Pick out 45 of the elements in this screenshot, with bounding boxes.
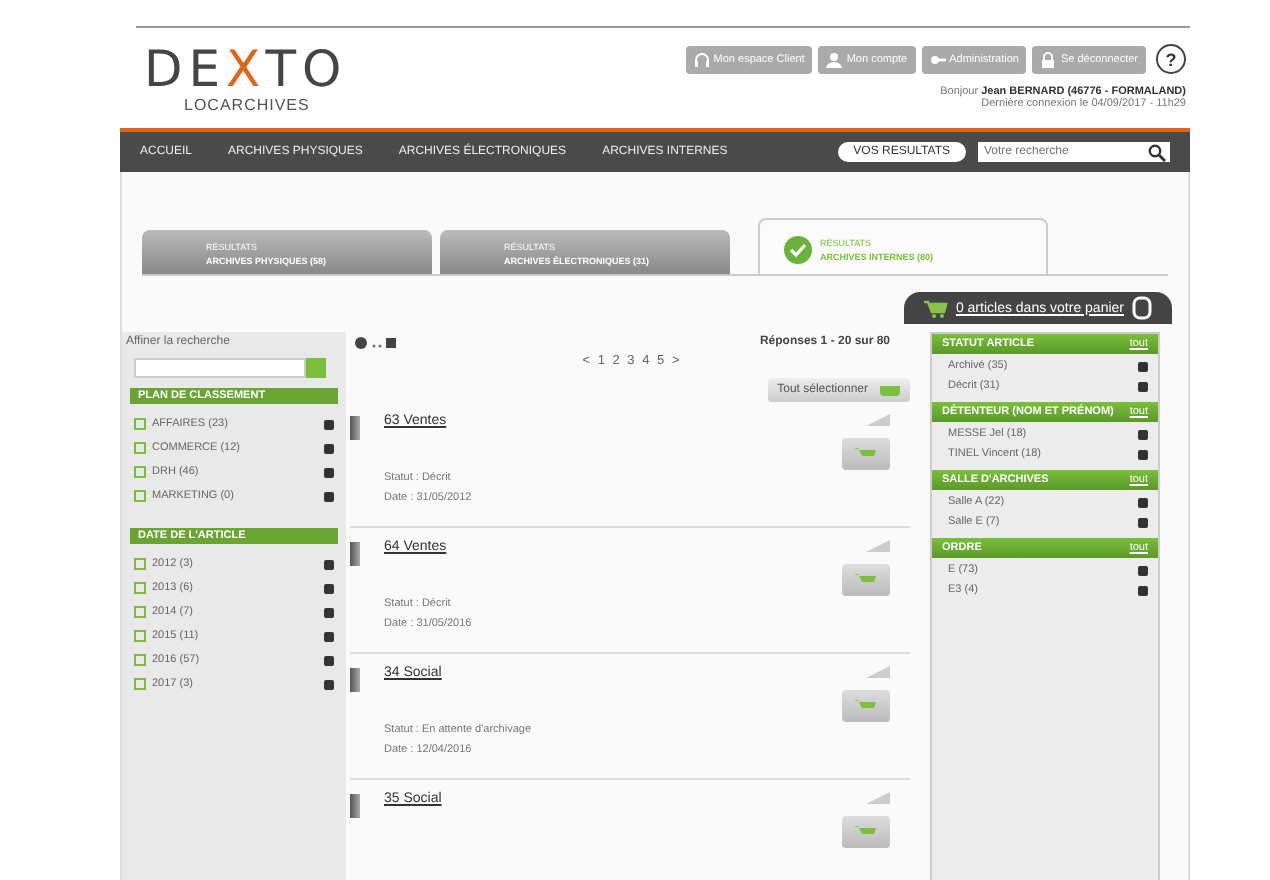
node-icon bbox=[134, 466, 146, 478]
node-icon bbox=[134, 678, 146, 690]
add-icon[interactable] bbox=[324, 655, 334, 665]
logo-subtitle: LOCARCHIVES bbox=[182, 96, 312, 114]
signal-icon bbox=[866, 540, 890, 552]
signal-icon bbox=[866, 414, 890, 426]
node-icon bbox=[134, 490, 146, 502]
cart-icon bbox=[854, 572, 878, 588]
cart-icon bbox=[854, 698, 878, 714]
node-icon bbox=[134, 606, 146, 618]
signal-icon bbox=[866, 792, 890, 804]
add-icon[interactable] bbox=[324, 631, 334, 641]
add-icon[interactable] bbox=[324, 559, 334, 569]
document-icon bbox=[350, 416, 360, 440]
check-icon bbox=[784, 235, 812, 263]
node-icon bbox=[134, 654, 146, 666]
lock-icon bbox=[1040, 51, 1057, 67]
toolbar-icons-drawing[interactable] bbox=[354, 335, 398, 349]
document-icon bbox=[350, 542, 360, 566]
logo-wordmark: DEXTO bbox=[144, 44, 348, 96]
add-icon[interactable] bbox=[324, 583, 334, 593]
help-button[interactable]: ? bbox=[1156, 44, 1186, 74]
add-icon[interactable] bbox=[324, 607, 334, 617]
node-icon bbox=[134, 558, 146, 570]
add-icon[interactable] bbox=[324, 419, 334, 429]
cart-icon bbox=[923, 299, 948, 317]
node-icon bbox=[134, 630, 146, 642]
signal-icon bbox=[866, 666, 890, 678]
refine-field[interactable] bbox=[134, 358, 306, 378]
node-icon bbox=[134, 418, 146, 430]
add-icon[interactable] bbox=[324, 679, 334, 689]
cart-icon bbox=[854, 446, 878, 462]
headset-icon bbox=[693, 51, 710, 67]
add-icon[interactable] bbox=[324, 443, 334, 453]
user-icon bbox=[826, 51, 843, 67]
cart-icon bbox=[854, 824, 878, 840]
document-icon bbox=[350, 794, 360, 818]
key-icon bbox=[929, 51, 946, 67]
node-icon bbox=[134, 442, 146, 454]
node-icon bbox=[134, 582, 146, 594]
add-icon[interactable] bbox=[324, 491, 334, 501]
add-icon[interactable] bbox=[324, 467, 334, 477]
document-icon bbox=[350, 668, 360, 692]
cart-icon bbox=[880, 385, 900, 395]
search-icon[interactable] bbox=[1148, 143, 1166, 161]
